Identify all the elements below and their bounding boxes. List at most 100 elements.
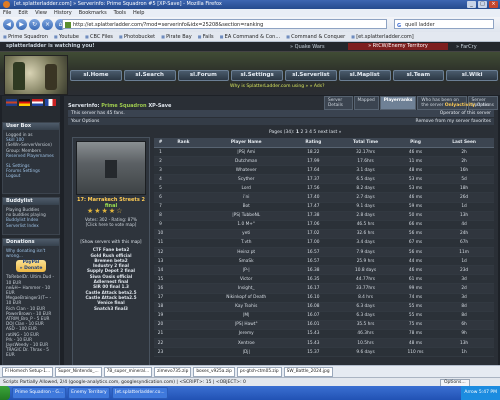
player-name[interactable]: Insight_ [199, 283, 293, 294]
tab-playerranks[interactable]: Playerranks [379, 96, 417, 110]
et-section-tab[interactable]: » RtCW/Enemy Territory [348, 43, 448, 50]
page-link[interactable]: 4 [309, 130, 312, 135]
player-name[interactable]: |PS| TubbeNL [199, 211, 293, 221]
vote-link[interactable]: [Click here to vote map] [76, 222, 146, 227]
player-name[interactable]: T.vth [199, 238, 293, 249]
player-name[interactable]: Scyther [199, 174, 293, 185]
player-name[interactable]: Kay Tsohis [199, 302, 293, 312]
bookmark-item[interactable]: EA Command & Con... [220, 34, 280, 40]
menu-history[interactable]: History [54, 9, 72, 17]
player-name[interactable]: Victor [199, 274, 293, 285]
menu-bookmarks[interactable]: Bookmarks [79, 9, 107, 17]
nav-wiki[interactable]: sl.Wiki [446, 70, 498, 81]
page-link[interactable]: 2 [300, 130, 303, 135]
why-donate-link[interactable]: Why donating isn't wrong... [6, 248, 56, 258]
download-item[interactable]: boxes_v925a.zip [193, 366, 235, 377]
stop-button[interactable]: × [42, 19, 53, 30]
player-name[interactable]: |PS| Hawt° [199, 320, 293, 330]
paypal-donate-button[interactable]: PayPal » Donate [16, 260, 46, 273]
player-name[interactable]: yeti [199, 229, 293, 239]
player-name[interactable]: Jeremy [199, 329, 293, 339]
player-name[interactable]: Bot [199, 202, 293, 212]
col-header[interactable]: Total Time [334, 138, 397, 148]
reload-button[interactable]: ↻ [29, 19, 40, 30]
close-button[interactable]: × [489, 1, 498, 8]
player-name[interactable]: Nikinkopf of Death [199, 293, 293, 303]
tab-server-details[interactable]: Server Details [324, 96, 353, 110]
player-name[interactable]: 1.0 M+° [199, 220, 293, 230]
last-page-link[interactable]: last » [329, 130, 341, 135]
player-name[interactable]: Heinz pt [199, 247, 293, 258]
bookmark-item[interactable]: CBC Files [85, 34, 113, 40]
remove-favorite-link[interactable]: Remove from my server favorites [416, 118, 491, 125]
nav-maplist[interactable]: sl.Maplist [338, 70, 391, 81]
options-link[interactable]: Options [477, 103, 494, 108]
col-header[interactable]: Player Name [199, 138, 293, 148]
flag-uk-icon[interactable] [6, 99, 17, 106]
player-name[interactable]: Lord [199, 183, 293, 194]
menu-edit[interactable]: Edit [18, 9, 28, 17]
minimize-button[interactable]: _ [467, 1, 476, 8]
menu-tools[interactable]: Tools [114, 9, 126, 17]
col-header[interactable]: Ping [396, 138, 435, 148]
quakewars-link[interactable]: » Quake Wars [290, 44, 325, 50]
nav-serverlist[interactable]: sl.Serverlist [285, 70, 337, 81]
bookmark-item[interactable]: Prime Squadron [3, 34, 48, 40]
ads-notice-link[interactable]: Why is SplatterLadder.com using » » Ads? [230, 84, 370, 91]
bookmark-item[interactable]: Fails [198, 34, 214, 40]
player-name[interactable]: Whatever [199, 165, 293, 176]
taskbar-item[interactable]: Enemy Territory [68, 387, 110, 399]
nav-settings[interactable]: sl.Settings [231, 70, 283, 81]
menu-file[interactable]: File [3, 9, 11, 17]
download-item[interactable]: Super_Nintendo_... [55, 366, 102, 377]
farcry-link[interactable]: » FarCry [456, 44, 477, 50]
download-item[interactable]: ps-gtsh-ctm05.zip [236, 366, 282, 377]
player-name[interactable]: Dutchman [199, 156, 293, 167]
download-item[interactable]: SW_Battle_2024.jpg [283, 366, 333, 377]
bookmark-item[interactable]: Command & Conquer [286, 34, 345, 40]
bookmark-item[interactable]: Pirate Bay [161, 34, 192, 40]
bookmark-item[interactable]: Photobucket [119, 34, 155, 40]
col-header[interactable]: Rank [167, 138, 200, 148]
player-name[interactable]: Xentroe [199, 338, 293, 349]
flag-nl-icon[interactable] [32, 99, 43, 106]
player-name[interactable]: SmaSk [199, 256, 293, 267]
menu-help[interactable]: Help [133, 9, 144, 17]
col-header[interactable]: Rating [292, 138, 335, 148]
nav-home[interactable]: sl.Home [70, 70, 122, 81]
search-input[interactable]: G quell ladder [394, 19, 494, 29]
only-activity-toggle[interactable]: Onlyactivity [445, 103, 475, 108]
page-link[interactable]: 1 [296, 130, 299, 135]
site-logo[interactable] [4, 55, 68, 95]
rotation-map[interactable]: Snatch3 final3 [76, 306, 146, 311]
breadcrumb-server[interactable]: Prime Squadron [101, 103, 146, 109]
serverlist-index-link[interactable]: Serverlist Index [6, 223, 56, 228]
taskbar-item[interactable]: Prime Squadron - G... [12, 387, 67, 399]
page-link[interactable]: 3 [305, 130, 308, 135]
show-servers-link[interactable]: [Show servers with this map] [76, 239, 146, 244]
player-name[interactable]: |PS| Ami [199, 147, 293, 158]
col-header[interactable]: # [154, 138, 168, 148]
player-name[interactable]: |P-| [199, 265, 293, 276]
operator-link[interactable]: Operator of this server [440, 110, 491, 117]
player-name[interactable]: i’ni [199, 192, 293, 203]
nav-forum[interactable]: sl.Forum [177, 70, 230, 81]
page-link[interactable]: 5 [313, 130, 316, 135]
tab-mapped[interactable]: Mapped [353, 96, 379, 110]
menu-view[interactable]: View [35, 9, 47, 17]
start-button[interactable] [0, 386, 10, 400]
map-thumbnail[interactable] [76, 141, 146, 195]
download-item[interactable]: zimevo735.zip [154, 366, 192, 377]
nav-search[interactable]: sl.Search [123, 70, 176, 81]
bookmark-item[interactable]: Youtube [54, 34, 79, 40]
back-button[interactable]: ◀ [3, 19, 14, 30]
taskbar-item[interactable]: [et.splatterladder.co... [111, 387, 168, 399]
player-name[interactable]: |Dj| [199, 347, 293, 358]
nav-team[interactable]: sl.Team [392, 70, 445, 81]
next-page-link[interactable]: next [318, 130, 328, 135]
maximize-button[interactable]: □ [478, 1, 487, 8]
logout-link[interactable]: Logout [6, 173, 56, 178]
download-item[interactable]: 7B_super_mineral... [103, 366, 153, 377]
forward-button[interactable]: ▶ [16, 19, 27, 30]
flag-de-icon[interactable] [19, 99, 30, 106]
